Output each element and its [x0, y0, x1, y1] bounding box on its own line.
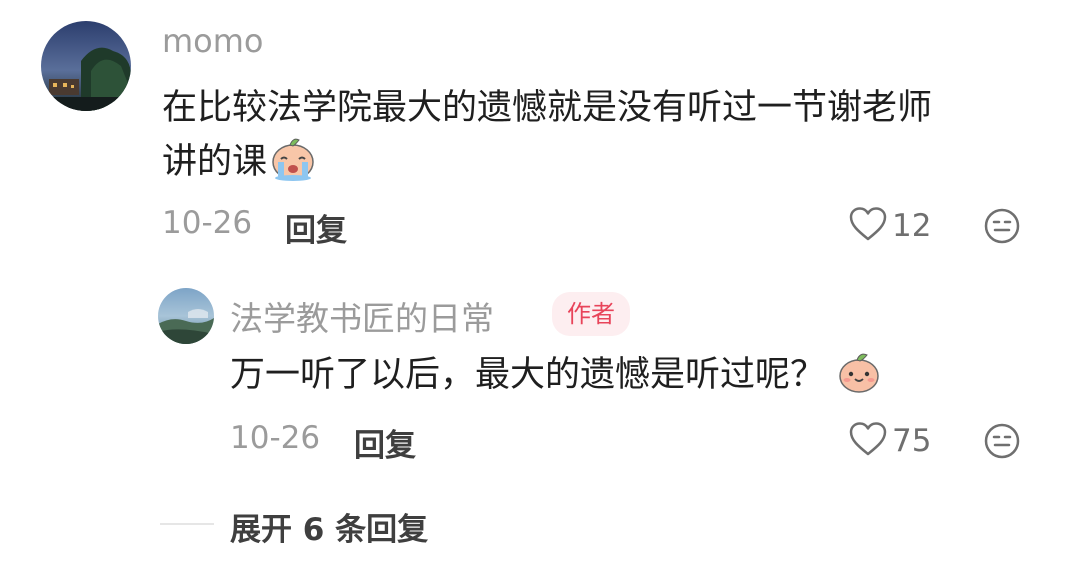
comment-date: 10-26	[162, 205, 253, 241]
reply-text: 万一听了以后，最大的遗憾是听过呢？	[230, 347, 881, 411]
comment-username[interactable]: momo	[162, 22, 264, 60]
reply-avatar[interactable]	[158, 288, 214, 344]
reply-like-button[interactable]: 75	[848, 421, 931, 461]
meh-face-icon[interactable]	[984, 423, 1020, 463]
reply-text-content: 万一听了以后，最大的遗憾是听过呢？	[230, 355, 826, 395]
comment-text-line1: 在比较法学院最大的遗憾就是没有听过一节谢老师	[162, 88, 933, 128]
reply-to-reply-button[interactable]: 回复	[354, 420, 416, 465]
heart-icon	[848, 421, 888, 461]
smiling-peach-emoji	[837, 350, 881, 411]
comment-text-line2-content: 讲的课	[162, 142, 268, 182]
comment-thread: momo 在比较法学院最大的遗憾就是没有听过一节谢老师 讲的课 10-26 回复…	[0, 0, 1080, 579]
reply-username[interactable]: 法学教书匠的日常	[230, 292, 494, 340]
avatar[interactable]	[41, 21, 131, 111]
author-badge: 作者	[552, 292, 630, 336]
like-button[interactable]: 12	[848, 206, 931, 246]
comment-text-line2: 讲的课	[162, 134, 317, 198]
heart-icon	[848, 206, 888, 246]
reply-button[interactable]: 回复	[285, 205, 347, 250]
expand-replies-button[interactable]: 展开 6 条回复	[230, 504, 428, 549]
meh-face-icon[interactable]	[984, 208, 1020, 248]
reply-date: 10-26	[230, 420, 321, 456]
crying-face-emoji	[269, 135, 317, 198]
like-count: 12	[892, 208, 932, 244]
reply-like-count: 75	[892, 423, 932, 459]
expand-divider	[160, 523, 214, 525]
